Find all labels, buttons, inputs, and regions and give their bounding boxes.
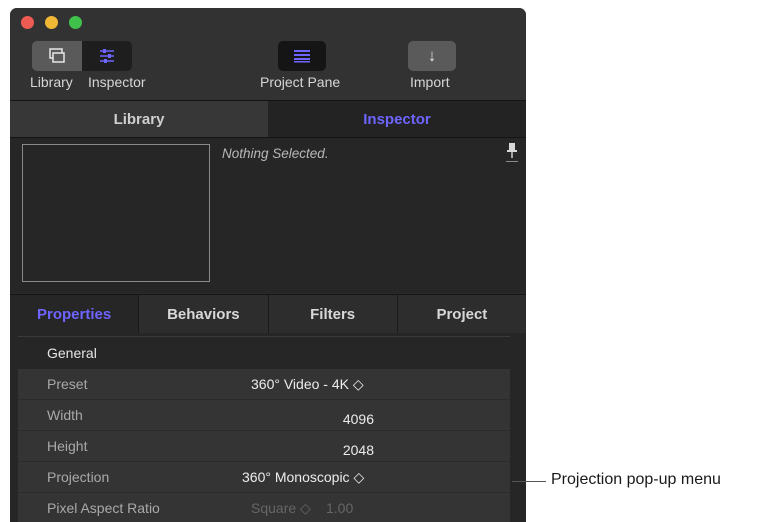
selection-status-text: Nothing Selected. (222, 146, 329, 161)
general-group-header[interactable]: General (18, 336, 510, 368)
import-label: Import (410, 74, 450, 90)
pixel-aspect-ratio-row: Pixel Aspect Ratio Square ◇ 1.00 (18, 493, 510, 522)
project-pane-label: Project Pane (260, 74, 341, 90)
width-value-field[interactable]: 4096 (343, 411, 374, 427)
preset-row: Preset 360° Video - 4K ◇ (18, 369, 510, 400)
close-window-button[interactable] (21, 16, 34, 29)
import-button[interactable]: ↓ (408, 41, 456, 71)
preview-thumbnail (22, 144, 210, 282)
library-inspector-segmented-control (32, 41, 132, 71)
inspector-preview-area: Nothing Selected. (10, 138, 526, 293)
pane-tab-bar: Library Inspector (10, 101, 526, 138)
projection-popup[interactable]: 360° Monoscopic ◇ (242, 469, 364, 486)
tab-behaviors[interactable]: Behaviors (139, 295, 269, 333)
width-row: Width 4096 (18, 400, 510, 431)
properties-panel: General Preset 360° Video - 4K ◇ Width 4… (10, 333, 526, 522)
project-pane-button[interactable] (278, 41, 326, 71)
inspector-toggle-button[interactable] (82, 41, 132, 71)
width-label: Width (47, 407, 83, 423)
library-icon (49, 48, 65, 63)
inspector-tab-bar: Properties Behaviors Filters Project (10, 294, 526, 334)
callout-leader-line (512, 481, 546, 482)
toolbar: Library Inspector Project Pane ↓ Import (10, 8, 526, 101)
zoom-window-button[interactable] (69, 16, 82, 29)
group-title: General (47, 344, 97, 361)
minimize-window-button[interactable] (45, 16, 58, 29)
library-toggle-button[interactable] (32, 41, 82, 71)
tab-filters[interactable]: Filters (269, 295, 398, 333)
motion-window: Library Inspector Project Pane ↓ Import … (10, 8, 526, 522)
tab-library[interactable]: Library (10, 101, 268, 137)
tab-project[interactable]: Project (398, 295, 526, 333)
inspector-sliders-icon (100, 49, 114, 63)
pixel-aspect-ratio-label: Pixel Aspect Ratio (47, 500, 160, 516)
tab-properties[interactable]: Properties (10, 295, 140, 333)
tab-inspector[interactable]: Inspector (268, 101, 526, 137)
pin-icon[interactable] (506, 142, 518, 164)
library-toolbar-label: Library (30, 74, 73, 90)
projection-label: Projection (47, 469, 110, 485)
height-label: Height (47, 438, 88, 454)
height-value-field[interactable]: 2048 (343, 442, 374, 458)
preset-label: Preset (47, 376, 88, 392)
project-pane-icon (294, 50, 310, 63)
projection-callout-label: Projection pop-up menu (551, 471, 721, 488)
inspector-toolbar-label: Inspector (88, 74, 146, 90)
pixel-aspect-ratio-popup[interactable]: Square ◇ (251, 500, 311, 517)
projection-row: Projection 360° Monoscopic ◇ (18, 462, 510, 493)
import-arrow-icon: ↓ (427, 46, 437, 65)
pixel-aspect-ratio-value-field[interactable]: 1.00 (326, 500, 353, 516)
height-row: Height 2048 (18, 431, 510, 462)
preset-popup[interactable]: 360° Video - 4K ◇ (251, 376, 364, 393)
